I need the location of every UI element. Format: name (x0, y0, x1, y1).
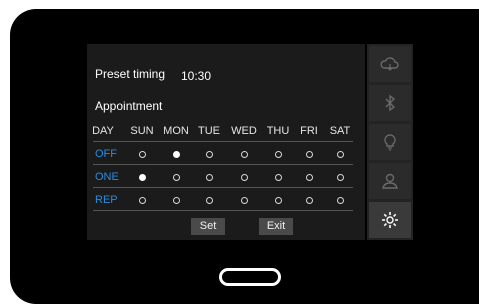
radio-one-wed[interactable] (241, 174, 248, 181)
set-button[interactable]: Set (191, 218, 225, 235)
day-header-thu: THU (266, 125, 290, 137)
radio-off-wed[interactable] (241, 151, 248, 158)
radio-rep-mon[interactable] (173, 197, 180, 204)
radio-off-mon[interactable] (173, 151, 180, 158)
radio-rep-tue[interactable] (206, 197, 213, 204)
home-button[interactable] (219, 268, 281, 286)
day-header-sun: SUN (130, 125, 154, 137)
day-header-fri: FRI (300, 125, 318, 137)
sidebar-item-settings[interactable] (369, 202, 411, 238)
radio-one-sat[interactable] (337, 174, 344, 181)
sidebar-item-light[interactable] (369, 124, 411, 160)
sidebar-item-cloud[interactable] (369, 46, 411, 82)
radio-rep-thu[interactable] (275, 197, 282, 204)
appointment-label: Appointment (95, 99, 163, 113)
radio-one-fri[interactable] (306, 174, 313, 181)
preset-time-value[interactable]: 10:30 (181, 69, 211, 83)
radio-off-sun[interactable] (139, 151, 146, 158)
day-header-mon: MON (163, 125, 189, 137)
exit-button[interactable]: Exit (259, 218, 293, 235)
bulb-icon (384, 134, 396, 151)
radio-rep-fri[interactable] (306, 197, 313, 204)
day-header-tue: TUE (198, 125, 220, 137)
radio-off-thu[interactable] (275, 151, 282, 158)
radio-one-sun[interactable] (139, 174, 146, 181)
radio-off-sat[interactable] (337, 151, 344, 158)
person-icon (382, 173, 398, 189)
bluetooth-icon (385, 94, 396, 112)
row-divider (93, 187, 353, 188)
radio-off-tue[interactable] (206, 151, 213, 158)
radio-rep-sun[interactable] (139, 197, 146, 204)
radio-off-fri[interactable] (306, 151, 313, 158)
day-header-sat: SAT (329, 125, 351, 137)
preset-timing-label: Preset timing (95, 67, 166, 81)
day-header-wed: WED (231, 125, 257, 137)
day-header-label: DAY (92, 125, 114, 137)
row-divider (93, 164, 353, 165)
radio-rep-sat[interactable] (337, 197, 344, 204)
sidebar-item-bluetooth[interactable] (369, 85, 411, 121)
row-divider (93, 210, 353, 211)
gear-icon (382, 212, 398, 228)
cloud-icon (380, 57, 399, 71)
row-divider (93, 141, 353, 142)
sidebar (367, 44, 413, 240)
radio-rep-wed[interactable] (241, 197, 248, 204)
radio-one-mon[interactable] (173, 174, 180, 181)
row-label-one: ONE (95, 171, 119, 183)
row-label-off: OFF (95, 148, 117, 160)
radio-one-thu[interactable] (275, 174, 282, 181)
row-label-rep: REP (95, 194, 118, 206)
sidebar-item-user[interactable] (369, 163, 411, 199)
radio-one-tue[interactable] (206, 174, 213, 181)
